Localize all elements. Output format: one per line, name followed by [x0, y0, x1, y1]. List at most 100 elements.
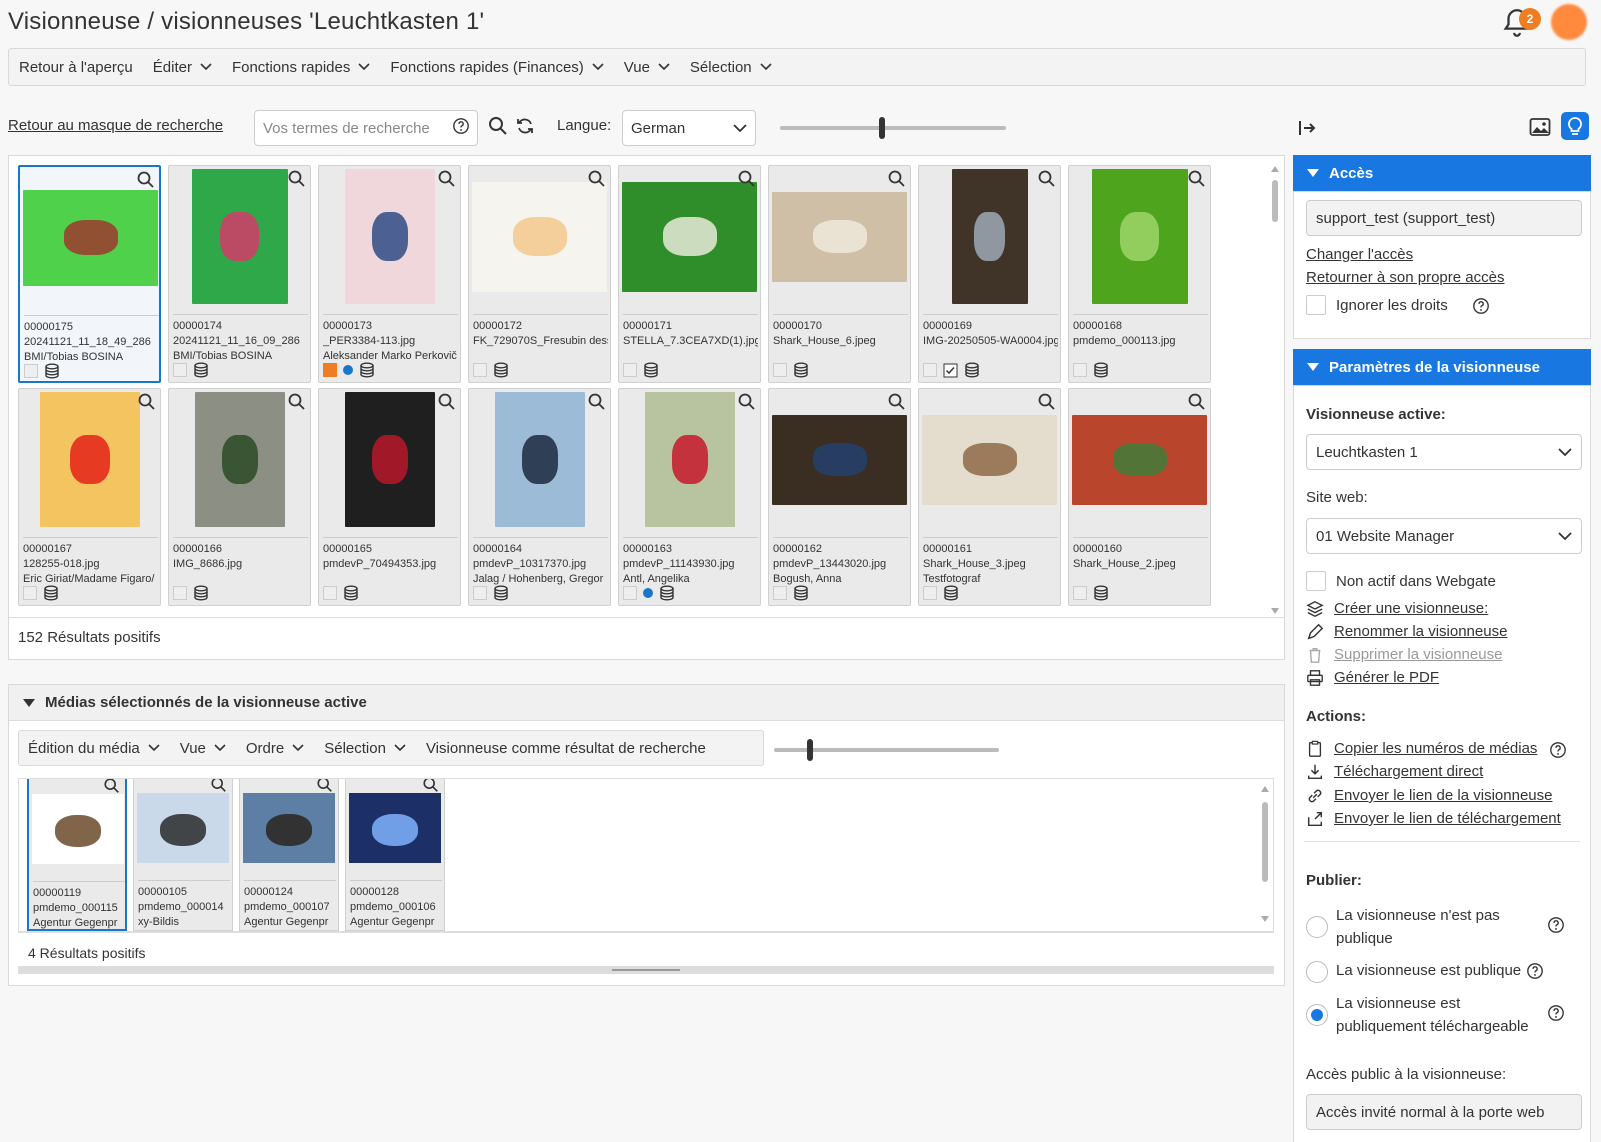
- results-scrollbar[interactable]: [1268, 160, 1282, 620]
- database-icon[interactable]: [1093, 585, 1109, 601]
- select-checkbox[interactable]: [1073, 363, 1087, 377]
- selected-media-header[interactable]: Médias sélectionnés de la visionneuse ac…: [9, 685, 1284, 721]
- zoom-icon[interactable]: [737, 169, 757, 189]
- media-thumbnail[interactable]: [32, 787, 124, 871]
- help-icon[interactable]: [1547, 916, 1565, 934]
- select-checkbox[interactable]: [773, 363, 787, 377]
- media-thumbnail[interactable]: [322, 169, 457, 304]
- menu-4[interactable]: Vue: [624, 59, 670, 76]
- selection-menu-3[interactable]: Sélection: [324, 740, 406, 757]
- selected-media-card[interactable]: 00000128 pmdemo_000106 Agentur Gegenpr: [345, 778, 445, 931]
- media-thumbnail[interactable]: [472, 392, 607, 527]
- zoom-icon[interactable]: [887, 392, 907, 412]
- media-thumbnail[interactable]: [772, 392, 907, 527]
- access-header[interactable]: Accès: [1293, 155, 1591, 191]
- selection-menu-2[interactable]: Ordre: [246, 740, 304, 757]
- select-checkbox[interactable]: [24, 364, 38, 378]
- direct-download-link[interactable]: Téléchargement direct: [1334, 763, 1483, 780]
- media-card[interactable]: 00000172 FK_729070S_Fresubin dessert: [468, 165, 611, 383]
- search-input[interactable]: [254, 110, 478, 146]
- inactive-webgate-checkbox[interactable]: [1306, 571, 1326, 591]
- selection-menu-1[interactable]: Vue: [180, 740, 226, 757]
- change-access-link[interactable]: Changer l'accès: [1306, 246, 1413, 263]
- select-checkbox[interactable]: [623, 363, 637, 377]
- media-thumbnail[interactable]: [22, 392, 157, 527]
- selection-menu-4[interactable]: Visionneuse comme résultat de recherche: [426, 740, 706, 757]
- database-icon[interactable]: [1093, 362, 1109, 378]
- select-checkbox[interactable]: [773, 586, 787, 600]
- copy-media-numbers-link[interactable]: Copier les numéros de médias: [1334, 740, 1537, 757]
- zoom-icon[interactable]: [587, 392, 607, 412]
- selection-scrollbar[interactable]: [1258, 782, 1272, 928]
- rename-viewer-link[interactable]: Renommer la visionneuse: [1334, 623, 1507, 640]
- ignore-rights-checkbox[interactable]: [1306, 295, 1326, 315]
- help-icon[interactable]: [1547, 1004, 1565, 1022]
- settings-header[interactable]: Paramètres de la visionneuse: [1293, 349, 1591, 385]
- media-thumbnail[interactable]: [622, 392, 757, 527]
- zoom-icon[interactable]: [437, 392, 457, 412]
- zoom-icon[interactable]: [103, 778, 121, 795]
- media-thumbnail[interactable]: [137, 786, 229, 870]
- media-card[interactable]: 00000169 IMG-20250505-WA0004.jpg: [918, 165, 1061, 383]
- media-card[interactable]: 00000175 20241121_11_18_49_286 BMI/Tobias …: [18, 165, 161, 383]
- zoom-icon[interactable]: [287, 392, 307, 412]
- database-icon[interactable]: [359, 362, 375, 378]
- panel-resize-handle[interactable]: [18, 966, 1274, 974]
- selected-media-card[interactable]: 00000124 pmdemo_000107 Agentur Gegenpr: [239, 779, 339, 931]
- slider-thumb[interactable]: [879, 117, 885, 139]
- return-own-access-link[interactable]: Retourner à son propre accès: [1306, 269, 1504, 286]
- selected-media-card[interactable]: 00000105 pmdemo_000014 xy-Bildis: [133, 778, 233, 931]
- media-thumbnail[interactable]: [922, 392, 1057, 527]
- select-checkbox[interactable]: [923, 586, 937, 600]
- select-checkbox[interactable]: [623, 586, 637, 600]
- zoom-icon[interactable]: [422, 778, 440, 794]
- database-icon[interactable]: [343, 585, 359, 601]
- media-thumbnail[interactable]: [349, 786, 441, 870]
- generate-pdf-link[interactable]: Générer le PDF: [1334, 669, 1439, 686]
- zoom-icon[interactable]: [137, 392, 157, 412]
- media-card[interactable]: 00000166 IMG_8686.jpg: [168, 388, 311, 606]
- selection-menu-0[interactable]: Édition du média: [28, 740, 160, 757]
- zoom-icon[interactable]: [287, 169, 307, 189]
- media-card[interactable]: 00000173 _PER3384-113.jpg Aleksander Marko…: [318, 165, 461, 383]
- select-checkbox[interactable]: [923, 363, 937, 377]
- collapse-sidebar-icon[interactable]: [1297, 118, 1317, 138]
- help-icon[interactable]: [1472, 297, 1490, 315]
- media-thumbnail[interactable]: [1072, 169, 1207, 304]
- delete-viewer-link[interactable]: Supprimer la visionneuse: [1334, 646, 1502, 663]
- send-download-link[interactable]: Envoyer le lien de téléchargement: [1334, 810, 1561, 827]
- help-icon[interactable]: [452, 117, 470, 135]
- publish-radio-2[interactable]: [1306, 1004, 1328, 1026]
- create-viewer-link[interactable]: Créer une visionneuse:: [1334, 600, 1488, 617]
- search-icon[interactable]: [488, 116, 508, 136]
- media-thumbnail[interactable]: [772, 169, 907, 304]
- zoom-icon[interactable]: [136, 170, 156, 190]
- database-icon[interactable]: [43, 585, 59, 601]
- zoom-icon[interactable]: [210, 778, 228, 794]
- menu-0[interactable]: Retour à l'aperçu: [19, 59, 133, 76]
- media-card[interactable]: 00000167 128255-018.jpg Eric Giriat/Madame…: [18, 388, 161, 606]
- database-icon[interactable]: [493, 585, 509, 601]
- lightbulb-button[interactable]: [1561, 112, 1589, 140]
- select-checkbox[interactable]: [173, 586, 187, 600]
- selected-media-card[interactable]: 00000119 pmdemo_000115 Agentur Gegenpr: [27, 778, 127, 931]
- checked-box-icon[interactable]: [943, 363, 958, 378]
- send-viewer-link[interactable]: Envoyer le lien de la visionneuse: [1334, 787, 1552, 804]
- database-icon[interactable]: [193, 362, 209, 378]
- select-checkbox[interactable]: [323, 586, 337, 600]
- media-card[interactable]: 00000162 pmdevP_13443020.jpg Bogush, Anna: [768, 388, 911, 606]
- media-thumbnail[interactable]: [622, 169, 757, 304]
- media-card[interactable]: 00000170 Shark_House_6.jpeg: [768, 165, 911, 383]
- media-card[interactable]: 00000171 STELLA_7.3CEA7XD(1).jpg: [618, 165, 761, 383]
- database-icon[interactable]: [643, 362, 659, 378]
- zoom-icon[interactable]: [737, 392, 757, 412]
- help-icon[interactable]: [1526, 962, 1544, 980]
- select-checkbox[interactable]: [173, 363, 187, 377]
- zoom-icon[interactable]: [587, 169, 607, 189]
- database-icon[interactable]: [659, 585, 675, 601]
- active-viewer-select[interactable]: Leuchtkasten 1: [1306, 434, 1582, 470]
- language-select[interactable]: German: [622, 110, 756, 146]
- zoom-icon[interactable]: [437, 169, 457, 189]
- menu-1[interactable]: Éditer: [153, 59, 212, 76]
- media-thumbnail[interactable]: [322, 392, 457, 527]
